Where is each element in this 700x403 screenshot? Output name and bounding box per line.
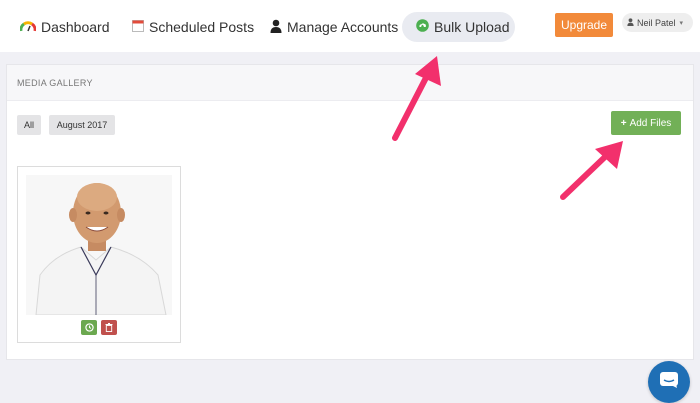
user-menu[interactable]: Neil Patel ▾ [622,13,693,32]
filter-august-2017[interactable]: August 2017 [49,115,115,135]
user-icon [270,19,282,36]
trash-icon[interactable] [101,320,117,335]
chat-launcher-button[interactable] [648,361,690,403]
calendar-icon [132,19,144,35]
user-name: Neil Patel [637,17,676,28]
nav-dashboard-label: Dashboard [41,19,110,35]
speedometer-icon [19,19,37,35]
panel-title: MEDIA GALLERY [17,78,93,88]
annotation-arrow-add-files [560,141,623,200]
filter-all[interactable]: All [17,115,41,135]
nav-scheduled-label: Scheduled Posts [149,19,255,35]
nav-scheduled-posts[interactable]: Scheduled Posts [132,12,254,42]
add-files-button[interactable]: + Add Files [611,111,681,135]
media-actions [81,320,117,335]
nav-bulk-upload[interactable]: Bulk Upload [402,12,515,42]
panel-header: MEDIA GALLERY [7,65,693,101]
plus-icon: + [620,117,627,129]
nav-dashboard[interactable]: Dashboard [19,12,110,42]
media-thumbnail[interactable] [26,175,172,315]
chat-icon [659,371,679,394]
clock-icon[interactable] [81,320,97,335]
nav-manage-label: Manage Accounts [287,19,399,35]
media-gallery-panel: MEDIA GALLERY All August 2017 + Add File… [6,64,694,360]
add-files-label: Add Files [629,117,672,129]
nav-bulk-label: Bulk Upload [434,19,510,35]
user-icon [627,17,634,28]
annotation-arrow-bulk-upload [392,56,441,141]
upload-cloud-icon [416,19,429,35]
media-item[interactable] [17,166,181,343]
chevron-down-icon: ▾ [679,19,684,27]
upgrade-button[interactable]: Upgrade [555,13,613,37]
top-nav: Dashboard Scheduled Posts Manage Account… [0,0,700,52]
nav-manage-accounts[interactable]: Manage Accounts [270,12,398,42]
